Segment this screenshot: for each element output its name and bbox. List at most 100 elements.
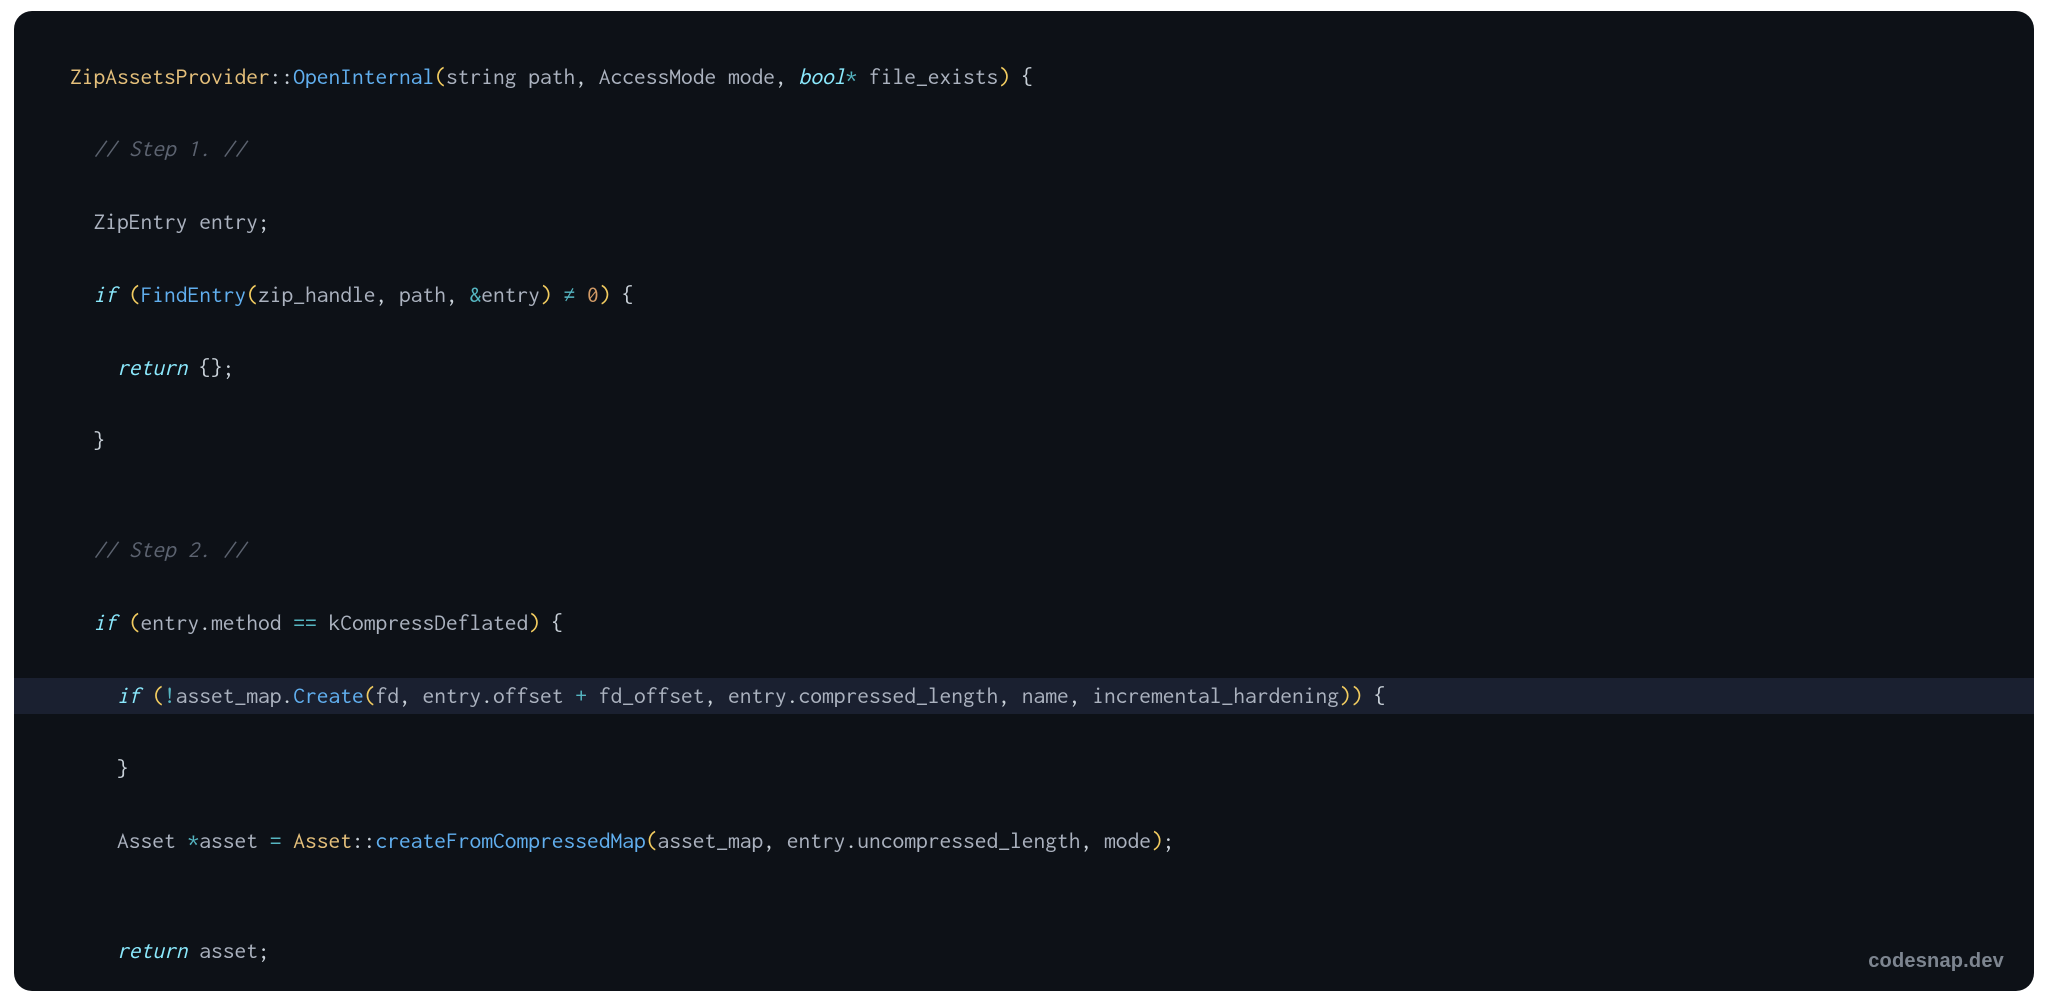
code-token: , [575,65,599,89]
code-token: asset [199,829,270,853]
code-token: ; [258,210,270,234]
code-token: = [270,829,282,853]
code-token: } [117,757,129,781]
code-token [575,283,587,307]
code-token: entry [728,684,787,708]
code-token: Asset [293,829,352,853]
code-token: , [376,283,400,307]
code-token: return [117,356,188,380]
code-token: )) [1339,684,1363,708]
code-line: // Step 2. // [14,532,2034,568]
code-token: :: [270,65,294,89]
code-token [70,429,94,453]
code-token: asset_map [176,684,282,708]
code-token [282,829,294,853]
code-token [70,939,117,963]
code-token: {}; [199,356,234,380]
code-token: . [787,684,799,708]
code-token: method [211,611,293,635]
code-token: createFromCompressedMap [376,829,646,853]
code-token: ) [528,611,540,635]
code-token: } [94,429,106,453]
code-token: AccessMode mode [599,65,775,89]
code-token: ) [599,283,611,307]
code-token: entry [141,611,200,635]
code-token: . [846,829,858,853]
code-token: OpenInternal [293,65,434,89]
code-token: offset [493,684,575,708]
code-token: fd [376,684,400,708]
code-token: , [1081,829,1105,853]
code-token: { [611,283,635,307]
code-line: } [14,423,2034,459]
code-token: // Step 2. // [94,538,247,562]
code-token: fd_offset [587,684,705,708]
code-line: if (FindEntry(zip_handle, path, &entry) … [14,277,2034,313]
code-token: Asset [70,829,188,853]
code-token: ( [364,684,376,708]
code-token: compressed_length [799,684,999,708]
code-token: . [199,611,211,635]
code-token: mode [1104,829,1151,853]
snap-container: ZipAssetsProvider::OpenInternal(string p… [0,0,2048,1001]
code-token: zip_handle [258,283,376,307]
code-token: ( [152,684,164,708]
code-token: & [470,283,482,307]
code-token: { [1363,684,1387,708]
code-token: entry [787,829,846,853]
code-token [188,356,200,380]
code-token [70,757,117,781]
code-token: ( [646,829,658,853]
code-token: path [399,283,446,307]
code-token: ≠ [564,283,576,307]
code-token: ( [434,65,446,89]
code-token: ! [164,684,176,708]
code-line: return {}; [14,350,2034,386]
code-line: // Step 1. // [14,131,2034,167]
code-token: ( [246,283,258,307]
code-token: if [94,283,118,307]
code-token: asset_map [658,829,764,853]
code-token: , [446,283,470,307]
code-token: { [540,611,564,635]
code-token [70,137,94,161]
code-token: kCompressDeflated [317,611,529,635]
code-token: :: [352,829,376,853]
code-token: bool [799,65,846,89]
code-token: if [94,611,118,635]
code-token: * [188,829,200,853]
code-token: FindEntry [141,283,247,307]
code-token: , [1069,684,1093,708]
code-token: // Step 1. // [94,137,247,161]
code-token: * [846,65,858,89]
code-card: ZipAssetsProvider::OpenInternal(string p… [14,11,2034,991]
code-token [141,684,153,708]
code-token: return [117,939,188,963]
code-token [70,611,94,635]
code-token: , [998,684,1022,708]
code-token: file_exists [857,65,998,89]
code-token: ; [1163,829,1175,853]
code-token: 0 [587,283,599,307]
code-line: return asset; [14,933,2034,969]
code-token: ; [258,939,270,963]
code-token: , [705,684,729,708]
code-token [70,356,117,380]
code-line: ZipEntry entry; [14,204,2034,240]
code-token [70,684,117,708]
code-line: } [14,751,2034,787]
code-token: incremental_hardening [1092,684,1339,708]
code-token: asset [188,939,259,963]
code-token: , [399,684,423,708]
code-token: . [481,684,493,708]
code-token: uncompressed_length [857,829,1080,853]
code-token: string path [446,65,575,89]
code-token [117,283,129,307]
code-line: Asset *asset = Asset::createFromCompress… [14,823,2034,859]
code-token: , [775,65,799,89]
code-token: , [763,829,787,853]
code-token [117,611,129,635]
code-token: + [575,684,587,708]
code-line: if (entry.method == kCompressDeflated) { [14,605,2034,641]
code-token: . [282,684,294,708]
